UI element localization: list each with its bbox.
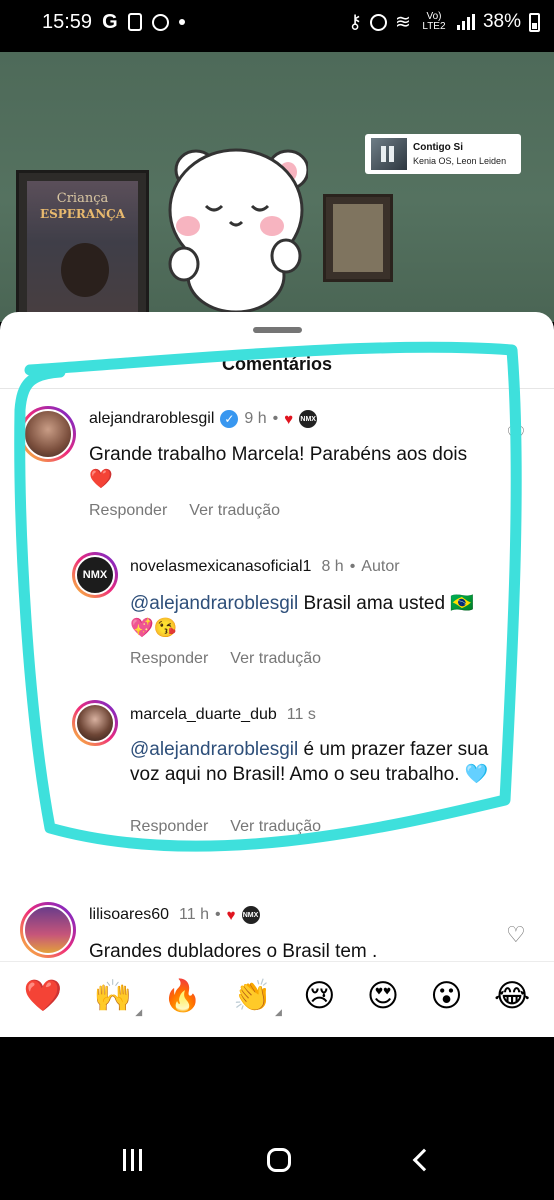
wifi-icon: ≋ — [395, 11, 411, 33]
album-cover — [371, 138, 407, 170]
emoji-glyph: 👏 — [233, 978, 272, 1014]
poster-text: ESPERANÇA — [39, 207, 126, 221]
author-tag: Autor — [361, 558, 400, 575]
poster-text: Criança — [56, 191, 109, 206]
emoji-clap-button[interactable]: 👏 ◢ — [233, 978, 282, 1018]
phone-notification-icon — [127, 13, 142, 31]
alarm-icon — [370, 13, 388, 31]
key-icon: ⚷ — [348, 11, 363, 33]
more-notifications-icon — [178, 19, 185, 25]
nav-back-icon[interactable] — [412, 1148, 435, 1172]
comment-time: 11 s — [286, 706, 316, 723]
avatar[interactable] — [72, 700, 118, 746]
skin-tone-caret-icon: ◢ — [135, 1008, 143, 1018]
heart-icon[interactable]: ♡ — [506, 422, 526, 448]
avatar[interactable] — [20, 902, 76, 958]
mention-link[interactable]: @alejandraroblesgil — [130, 593, 298, 614]
nav-recents-icon[interactable] — [122, 1149, 142, 1171]
emoji-raised-hands-button[interactable]: 🙌 ◢ — [93, 978, 143, 1018]
see-translation-button[interactable]: Ver tradução — [230, 650, 321, 668]
music-title: Contigo Si — [413, 142, 463, 153]
creator-avatar-icon: NMX — [241, 906, 260, 924]
creator-liked-heart-icon: ♥ — [284, 410, 294, 428]
emoji-heart-eyes-button[interactable]: 😍 — [367, 981, 399, 1012]
emoji-fire-button[interactable]: 🔥 — [163, 981, 202, 1012]
heart-icon[interactable]: ♡ — [506, 922, 526, 948]
skin-tone-caret-icon: ◢ — [275, 1008, 282, 1018]
status-bar: 15:59 G ⚷ ≋ Vo) LTE2 38% — [0, 0, 554, 44]
separator-dot: • — [349, 558, 356, 575]
avatar[interactable]: NMX — [72, 552, 118, 598]
bear-sticker — [168, 148, 308, 314]
wall-picture-frame — [323, 194, 393, 282]
alarm-icon — [151, 13, 169, 31]
volte-label: Vo) LTE2 — [422, 11, 446, 32]
status-time: 15:59 — [42, 10, 93, 33]
battery-icon — [529, 12, 540, 32]
comment-text: @alejandraroblesgil é um prazer fazer su… — [130, 737, 490, 787]
comment-item: alejandraroblesgil ✓ 9 h • ♥ NMX Grande … — [0, 312, 554, 532]
reply-button[interactable]: Responder — [130, 818, 208, 836]
music-sticker[interactable]: Contigo Si Kenia OS, Leon Leiden — [365, 134, 521, 174]
mention-link[interactable]: @alejandraroblesgil — [130, 739, 298, 760]
comments-sheet: Comentários alejandraroblesgil ✓ 9 h • ♥… — [0, 312, 554, 1037]
poster-portrait — [61, 243, 109, 297]
emoji-joy-button[interactable]: 😂 — [494, 981, 530, 1012]
comment-time: 11 h — [179, 906, 209, 923]
creator-avatar-icon: NMX — [299, 410, 318, 428]
comment-username[interactable]: marcela_duarte_dub — [130, 706, 277, 724]
emoji-glyph: 🙌 — [93, 978, 133, 1014]
android-nav-bar — [0, 1120, 554, 1200]
creator-liked-heart-icon: ♥ — [226, 906, 236, 924]
emoji-crying-button[interactable]: 😢 — [303, 981, 335, 1012]
reel-video[interactable]: Criança ESPERANÇA Contigo Si Kenia OS, L… — [0, 52, 554, 322]
reply-button[interactable]: Responder — [130, 650, 208, 668]
comment-text: Grande trabalho Marcela! Parabéns aos do… — [89, 444, 468, 490]
reply-button[interactable]: Responder — [89, 502, 167, 520]
music-artist: Kenia OS, Leon Leiden — [413, 156, 507, 166]
separator-dot: • — [272, 410, 279, 427]
comment-username[interactable]: lilisoares60 — [89, 906, 169, 924]
wall-poster-frame: Criança ESPERANÇA — [16, 170, 149, 322]
separator-dot: • — [215, 906, 221, 923]
battery-percent: 38% — [482, 11, 521, 32]
emoji-surprised-button[interactable]: 😮 — [430, 981, 462, 1012]
signal-icon — [456, 14, 475, 30]
comment-time: 9 h — [244, 410, 267, 427]
comment-text: @alejandraroblesgil Brasil ama usted 🇧🇷💖… — [130, 591, 490, 641]
nav-home-icon[interactable] — [266, 1148, 291, 1172]
comment-username[interactable]: alejandraroblesgil — [89, 410, 214, 428]
comment-time: 8 h — [321, 558, 344, 575]
emoji-reaction-bar: ❤️ 🙌 ◢ 🔥 👏 ◢ 😢 😍 😮 😂 — [0, 961, 554, 1031]
see-translation-button[interactable]: Ver tradução — [230, 818, 321, 836]
verified-badge-icon: ✓ — [220, 410, 239, 428]
avatar[interactable] — [20, 406, 76, 462]
comment-username[interactable]: novelasmexicanasoficial1 — [130, 558, 311, 576]
emoji-heart-button[interactable]: ❤️ — [24, 981, 63, 1012]
network-g-icon: G — [102, 10, 118, 33]
see-translation-button[interactable]: Ver tradução — [189, 502, 280, 520]
